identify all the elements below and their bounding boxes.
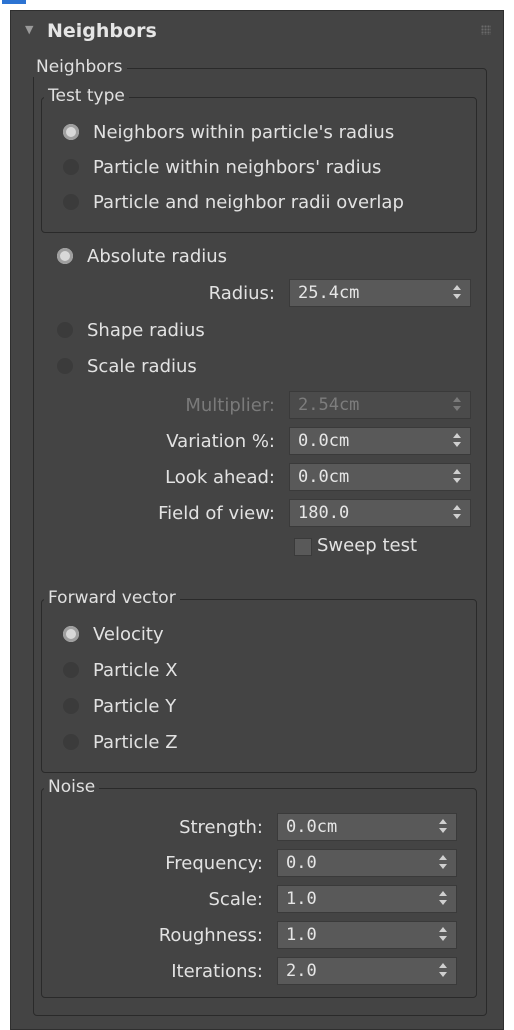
scale-label: Scale: bbox=[208, 889, 264, 910]
scale-radius-option[interactable]: Scale radius bbox=[57, 353, 197, 379]
noise-title: Noise bbox=[44, 777, 100, 797]
forward-vector-title: Forward vector bbox=[44, 588, 180, 608]
forward-vector-option-particle-z[interactable]: Particle Z bbox=[63, 729, 178, 755]
variation-value[interactable]: 0.0cm bbox=[298, 431, 349, 451]
option-label: Particle X bbox=[93, 659, 178, 681]
multiplier-value: 2.54cm bbox=[298, 395, 360, 415]
roughness-spinner[interactable]: 1.0 bbox=[277, 921, 457, 949]
shape-radius-option[interactable]: Shape radius bbox=[57, 317, 205, 343]
radio-button[interactable] bbox=[63, 734, 79, 750]
roughness-label: Roughness: bbox=[158, 925, 263, 946]
spinner-arrows-icon[interactable] bbox=[452, 504, 462, 522]
test-type-option-neighbors-within[interactable]: Neighbors within particle's radius bbox=[63, 119, 394, 145]
spinner-arrows-icon[interactable] bbox=[438, 962, 448, 980]
iterations-value[interactable]: 2.0 bbox=[286, 961, 317, 981]
rollout-title: Neighbors bbox=[47, 20, 157, 42]
test-type-option-overlap[interactable]: Particle and neighbor radii overlap bbox=[63, 189, 404, 215]
scale-spinner[interactable]: 1.0 bbox=[277, 885, 457, 913]
spinner-arrows-icon[interactable] bbox=[438, 890, 448, 908]
spinner-arrows-icon[interactable] bbox=[438, 854, 448, 872]
radius-label: Radius: bbox=[208, 283, 275, 304]
option-label: Neighbors within particle's radius bbox=[93, 121, 395, 143]
strength-value[interactable]: 0.0cm bbox=[286, 817, 337, 837]
option-label: Velocity bbox=[93, 623, 164, 645]
variation-label: Variation %: bbox=[166, 431, 275, 452]
neighbors-group-title: Neighbors bbox=[32, 57, 127, 77]
radio-button[interactable] bbox=[63, 626, 79, 642]
spinner-arrows-icon[interactable] bbox=[452, 432, 462, 450]
iterations-spinner[interactable]: 2.0 bbox=[277, 957, 457, 985]
forward-vector-option-particle-x[interactable]: Particle X bbox=[63, 657, 178, 683]
field-of-view-value[interactable]: 180.0 bbox=[298, 503, 349, 523]
field-of-view-spinner[interactable]: 180.0 bbox=[289, 499, 471, 527]
multiplier-label: Multiplier: bbox=[185, 395, 275, 416]
multiplier-spinner: 2.54cm bbox=[289, 391, 471, 419]
look-ahead-label: Look ahead: bbox=[165, 467, 275, 488]
option-label: Particle and neighbor radii overlap bbox=[93, 191, 404, 213]
forward-vector-option-velocity[interactable]: Velocity bbox=[63, 621, 164, 647]
option-label: Absolute radius bbox=[87, 245, 228, 267]
absolute-radius-option[interactable]: Absolute radius bbox=[57, 243, 227, 269]
strength-label: Strength: bbox=[179, 817, 263, 838]
test-type-title: Test type bbox=[44, 86, 129, 106]
option-label: Particle within neighbors' radius bbox=[93, 156, 382, 178]
strength-spinner[interactable]: 0.0cm bbox=[277, 813, 457, 841]
spinner-arrows-icon[interactable] bbox=[438, 818, 448, 836]
look-ahead-spinner[interactable]: 0.0cm bbox=[289, 463, 471, 491]
rollout-header[interactable]: ▼ Neighbors bbox=[11, 11, 503, 51]
frequency-label: Frequency: bbox=[165, 853, 263, 874]
option-label: Scale radius bbox=[87, 355, 197, 377]
field-of-view-label: Field of view: bbox=[158, 503, 275, 524]
variation-spinner[interactable]: 0.0cm bbox=[289, 427, 471, 455]
forward-vector-option-particle-y[interactable]: Particle Y bbox=[63, 693, 176, 719]
option-label: Shape radius bbox=[87, 319, 205, 341]
scale-value[interactable]: 1.0 bbox=[286, 889, 317, 909]
radio-button[interactable] bbox=[63, 662, 79, 678]
look-ahead-value[interactable]: 0.0cm bbox=[298, 467, 349, 487]
radius-value[interactable]: 25.4cm bbox=[298, 283, 359, 303]
radio-button[interactable] bbox=[57, 358, 73, 374]
radio-button[interactable] bbox=[57, 248, 73, 264]
radio-button[interactable] bbox=[63, 194, 79, 210]
frequency-value[interactable]: 0.0 bbox=[286, 853, 317, 873]
spinner-arrows-icon[interactable] bbox=[452, 468, 462, 486]
top-strip bbox=[0, 0, 514, 8]
frequency-spinner[interactable]: 0.0 bbox=[277, 849, 457, 877]
test-type-option-particle-within[interactable]: Particle within neighbors' radius bbox=[63, 154, 381, 180]
radio-button[interactable] bbox=[63, 698, 79, 714]
radio-button[interactable] bbox=[63, 124, 79, 140]
spinner-arrows-icon[interactable] bbox=[438, 926, 448, 944]
radio-button[interactable] bbox=[57, 322, 73, 338]
sweep-test-checkbox[interactable] bbox=[294, 538, 312, 556]
neighbors-rollout: ▼ Neighbors Neighbors Test type Neighbor… bbox=[10, 10, 504, 1030]
iterations-label: Iterations: bbox=[171, 961, 263, 982]
sweep-test-label[interactable]: Sweep test bbox=[317, 535, 417, 556]
option-label: Particle Z bbox=[93, 731, 178, 753]
collapse-arrow-icon[interactable]: ▼ bbox=[25, 23, 33, 36]
radius-spinner[interactable]: 25.4cm bbox=[289, 279, 471, 307]
roughness-value[interactable]: 1.0 bbox=[286, 925, 317, 945]
spinner-arrows-icon[interactable] bbox=[452, 284, 462, 302]
accent-bar bbox=[2, 0, 26, 4]
spinner-arrows-icon bbox=[452, 396, 462, 414]
option-label: Particle Y bbox=[93, 695, 177, 717]
radio-button[interactable] bbox=[63, 159, 79, 175]
drag-grip-icon[interactable] bbox=[481, 25, 491, 35]
